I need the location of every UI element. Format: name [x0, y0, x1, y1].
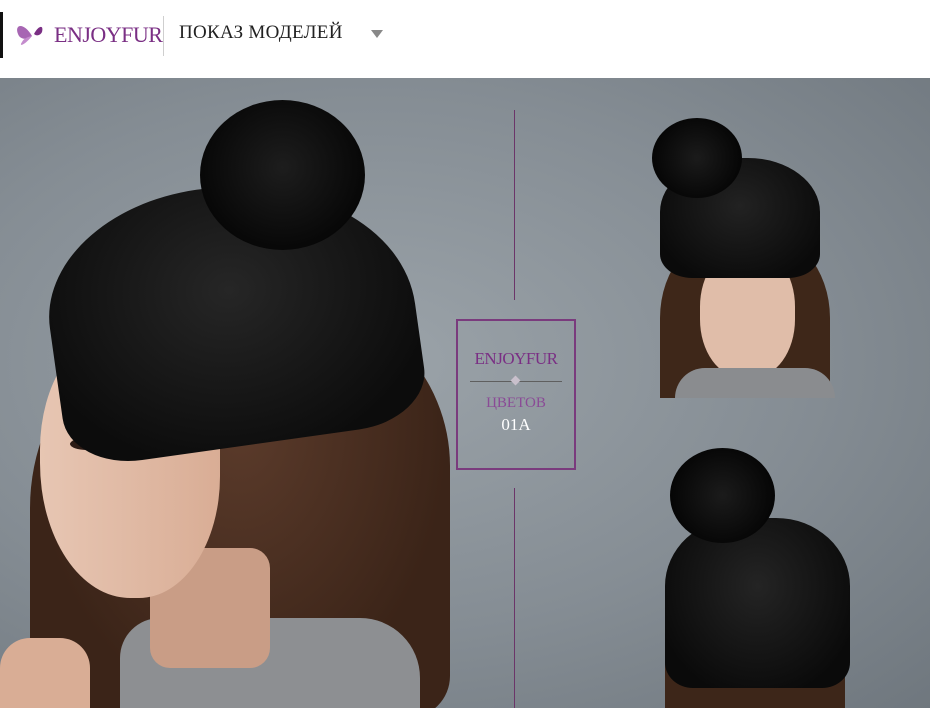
model-front-sweater: [675, 368, 835, 398]
badge-label: ЦВЕТОВ: [486, 395, 546, 411]
header-divider: [163, 16, 164, 56]
product-photo: ENJOYFUR ЦВЕТОВ 01A: [0, 78, 930, 708]
vertical-divider-top: [514, 110, 515, 300]
fur-pompom-front: [652, 118, 742, 198]
model-left-hand: [0, 638, 90, 708]
model-front-photo: [640, 118, 860, 398]
chevron-down-icon[interactable]: [371, 30, 383, 38]
color-badge: ENJOYFUR ЦВЕТОВ 01A: [456, 319, 576, 470]
model-left-photo: [0, 78, 500, 708]
header-accent-bar: [0, 12, 3, 58]
badge-value: 01A: [501, 415, 531, 434]
vertical-divider-bottom: [514, 488, 515, 708]
model-back-photo: [640, 428, 880, 708]
butterfly-icon: [17, 26, 43, 45]
brand-logo-text: ENJOYFUR: [54, 22, 163, 47]
diamond-icon: [510, 375, 521, 386]
badge-logo: ENJOYFUR: [474, 349, 558, 368]
fur-pompom-left: [200, 100, 365, 250]
page-title: ПОКАЗ МОДЕЛЕЙ: [179, 22, 343, 43]
knit-hat-back: [665, 518, 850, 688]
page-header: ENJOYFUR ПОКАЗ МОДЕЛЕЙ: [0, 0, 930, 78]
brand-logo[interactable]: ENJOYFUR: [12, 18, 163, 52]
fur-pompom-back: [670, 448, 775, 543]
